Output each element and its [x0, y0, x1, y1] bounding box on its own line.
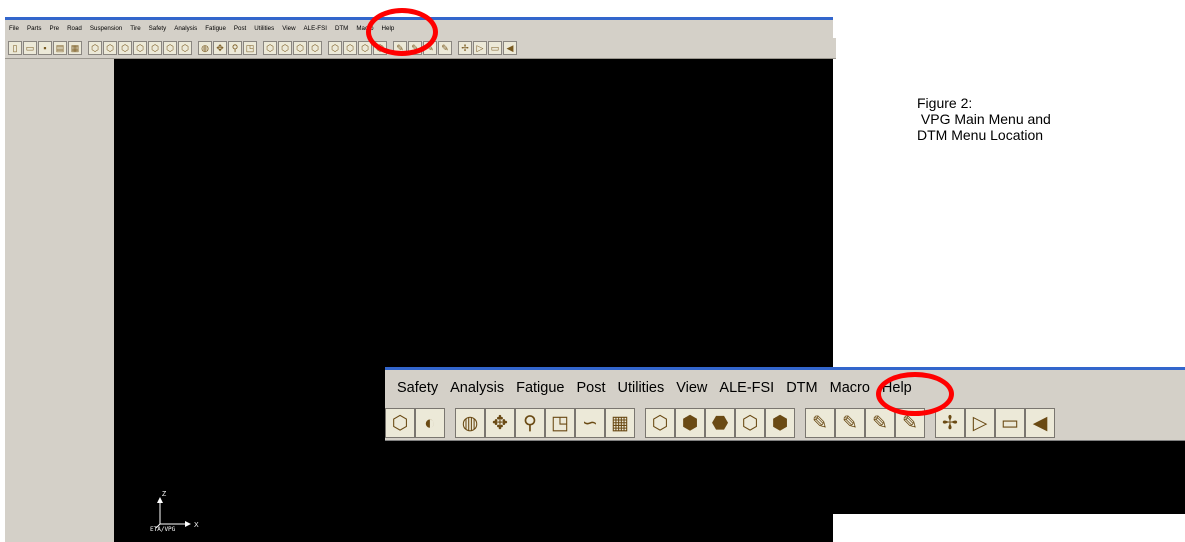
cube-icon[interactable]: ⬡ — [293, 41, 307, 55]
cube-icon[interactable]: ⬡ — [308, 41, 322, 55]
caption-line: DTM Menu Location — [917, 127, 1044, 143]
new-file-icon[interactable]: ▯ — [8, 41, 22, 55]
triangle-icon[interactable]: ▷ — [965, 408, 995, 438]
menu-ale-fsi[interactable]: ALE-FSI — [707, 380, 774, 396]
menu-view[interactable]: View — [664, 380, 707, 396]
figure-caption: Figure 2: VPG Main Menu and DTM Menu Loc… — [917, 95, 1157, 143]
grid-icon[interactable]: ▦ — [605, 408, 635, 438]
cube-icon[interactable]: ⬡ — [278, 41, 292, 55]
axis-z-label: Z — [162, 491, 167, 498]
cube-icon[interactable]: ⬡ — [263, 41, 277, 55]
zoom-icon[interactable]: ⚲ — [515, 408, 545, 438]
window-zoom-icon[interactable]: ◳ — [243, 41, 257, 55]
pan-icon[interactable]: ✥ — [213, 41, 227, 55]
cube-icon[interactable]: ⬡ — [645, 408, 675, 438]
menu-pre[interactable]: Pre — [45, 25, 63, 32]
ruler-icon[interactable]: ▭ — [488, 41, 502, 55]
menu-analysis[interactable]: Analysis — [438, 380, 504, 396]
menu-safety[interactable]: Safety — [385, 380, 438, 396]
menu-dtm[interactable]: DTM — [331, 25, 352, 32]
menu-parts[interactable]: Parts — [23, 25, 45, 32]
axis-icon[interactable]: ✢ — [935, 408, 965, 438]
arrow-icon[interactable]: ◀ — [1025, 408, 1055, 438]
pen-icon[interactable]: ✎ — [835, 408, 865, 438]
menu-view[interactable]: View — [278, 25, 299, 32]
menu-analysis[interactable]: Analysis — [170, 25, 201, 32]
menu-fatigue[interactable]: Fatigue — [504, 380, 564, 396]
menu-post[interactable]: Post — [230, 25, 250, 32]
image-icon[interactable]: ▦ — [68, 41, 82, 55]
menu-road[interactable]: Road — [63, 25, 86, 32]
menu-ale-fsi[interactable]: ALE-FSI — [300, 25, 331, 32]
zoom-icon[interactable]: ⚲ — [228, 41, 242, 55]
cube-front-icon[interactable]: ⬢ — [675, 408, 705, 438]
menu-fatigue[interactable]: Fatigue — [201, 25, 230, 32]
menu-post[interactable]: Post — [564, 380, 605, 396]
pan-icon[interactable]: ✥ — [485, 408, 515, 438]
menu-tire[interactable]: Tire — [126, 25, 144, 32]
ruler-icon[interactable]: ▭ — [995, 408, 1025, 438]
sphere-icon[interactable]: ◍ — [455, 408, 485, 438]
cube-icon[interactable]: ⬡ — [133, 41, 147, 55]
left-panel — [5, 59, 114, 542]
menu-file[interactable]: File — [5, 25, 23, 32]
dtm-highlight-circle — [366, 8, 438, 56]
cube-icon[interactable]: ⬡ — [163, 41, 177, 55]
cube-icon[interactable]: ⬡ — [328, 41, 342, 55]
window-zoom-icon[interactable]: ◳ — [545, 408, 575, 438]
cube-side-icon[interactable]: ⬣ — [705, 408, 735, 438]
cube-iso-icon[interactable]: ⬢ — [765, 408, 795, 438]
pen-icon[interactable]: ✎ — [865, 408, 895, 438]
axis-triad: Z X — [155, 491, 199, 529]
sphere-cube-icon[interactable]: ◐ — [415, 408, 445, 438]
cube-icon[interactable]: ⬡ — [178, 41, 192, 55]
save-icon[interactable]: ▪ — [38, 41, 52, 55]
print-icon[interactable]: ▤ — [53, 41, 67, 55]
zoomed-menu-inset: Safety Analysis Fatigue Post Utilities V… — [385, 367, 1185, 514]
menu-utilities[interactable]: Utilities — [606, 380, 665, 396]
arrow-icon[interactable]: ◀ — [503, 41, 517, 55]
cube-icon[interactable]: ⬡ — [385, 408, 415, 438]
pen-icon[interactable]: ✎ — [438, 41, 452, 55]
inset-menubar: Safety Analysis Fatigue Post Utilities V… — [385, 370, 1185, 406]
menu-safety[interactable]: Safety — [145, 25, 171, 32]
caption-line: VPG Main Menu and — [917, 111, 1051, 127]
cube-top-icon[interactable]: ⬡ — [735, 408, 765, 438]
menu-dtm[interactable]: DTM — [774, 380, 817, 396]
sphere-icon[interactable]: ◍ — [198, 41, 212, 55]
open-folder-icon[interactable]: ▭ — [23, 41, 37, 55]
menu-utilities[interactable]: Utilities — [250, 25, 278, 32]
cube-icon[interactable]: ⬡ — [148, 41, 162, 55]
product-label: ETA/VPG — [150, 526, 176, 533]
menu-macro[interactable]: Macro — [818, 380, 870, 396]
cube-icon[interactable]: ⬡ — [88, 41, 102, 55]
caption-line: Figure 2: — [917, 95, 973, 111]
cube-icon[interactable]: ⬡ — [343, 41, 357, 55]
menu-suspension[interactable]: Suspension — [86, 25, 126, 32]
dtm-highlight-circle — [876, 372, 954, 416]
cube-icon[interactable]: ⬡ — [103, 41, 117, 55]
axis-x-label: X — [194, 522, 199, 529]
triangle-icon[interactable]: ▷ — [473, 41, 487, 55]
inset-toolbar: ⬡ ◐ ◍ ✥ ⚲ ◳ ∽ ▦ ⬡ ⬢ ⬣ ⬡ ⬢ ✎ ✎ ✎ ✎ ✢ ▷ ▭ ◀ — [385, 406, 1185, 441]
cube-icon[interactable]: ⬡ — [118, 41, 132, 55]
lasso-icon[interactable]: ∽ — [575, 408, 605, 438]
axis-icon[interactable]: ✢ — [458, 41, 472, 55]
pen-icon[interactable]: ✎ — [805, 408, 835, 438]
